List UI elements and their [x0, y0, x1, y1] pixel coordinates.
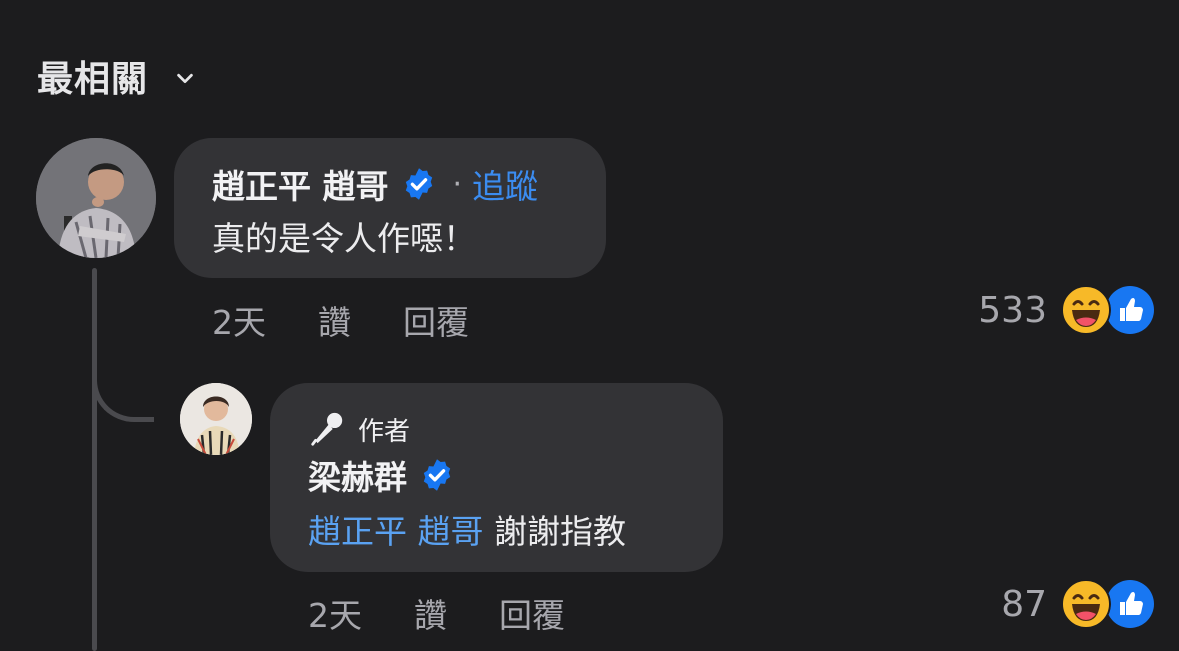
- like-reaction-icon: [1106, 286, 1154, 334]
- haha-emoji-icon: [1061, 285, 1111, 335]
- reply-author[interactable]: 梁赫群: [308, 451, 407, 499]
- follow-link[interactable]: 追蹤: [472, 160, 538, 208]
- chevron-down-icon: [177, 73, 193, 84]
- timestamp[interactable]: 2天: [308, 589, 362, 637]
- like-button[interactable]: 讚: [414, 589, 447, 637]
- reply-bubble: 作者 梁赫群 趙正平 趙哥 謝謝指教: [270, 383, 723, 572]
- comment-bubble: 趙正平 趙哥 · 追蹤 真的是令人作噁！: [174, 138, 606, 278]
- separator-dot: ·: [452, 166, 463, 202]
- reply-text: 謝謝指教: [483, 512, 626, 551]
- comment-actions: 2天 讚 回覆: [212, 296, 469, 344]
- thread-line: [92, 268, 97, 651]
- haha-emoji-icon: [1061, 579, 1111, 629]
- author-badge: 作者: [358, 416, 411, 447]
- reply-button[interactable]: 回覆: [499, 589, 565, 637]
- verified-badge-icon: [405, 168, 432, 200]
- comment-text: 真的是令人作噁！: [212, 219, 476, 258]
- avatar[interactable]: [180, 383, 252, 455]
- reaction-count: 533: [978, 289, 1047, 331]
- sort-label: 最相關: [37, 59, 149, 100]
- microphone-icon: [311, 412, 343, 446]
- verified-badge-icon: [423, 459, 451, 491]
- mention-link[interactable]: 趙正平 趙哥: [308, 512, 484, 551]
- reply-actions: 2天 讚 回覆: [308, 589, 565, 637]
- sort-dropdown[interactable]: 最相關: [37, 50, 196, 102]
- avatar-photo: [36, 138, 156, 258]
- like-button[interactable]: 讚: [318, 296, 351, 344]
- reply-text-line: 趙正平 趙哥 謝謝指教: [308, 505, 685, 553]
- comments-view: 最相關 趙正平 趙哥 · 追蹤 真的是令人作噁！ 2天 讚 回覆 533 作者 …: [0, 0, 1179, 651]
- reaction-count: 87: [1001, 583, 1047, 625]
- comment-author[interactable]: 趙正平 趙哥: [212, 160, 389, 208]
- reaction-summary[interactable]: 87: [1001, 579, 1155, 629]
- thread-curve: [92, 340, 154, 422]
- like-reaction-icon: [1106, 580, 1154, 628]
- reaction-summary[interactable]: 533: [978, 285, 1155, 335]
- avatar[interactable]: [36, 138, 156, 258]
- avatar-photo: [180, 383, 252, 455]
- timestamp[interactable]: 2天: [212, 296, 266, 344]
- reply-button[interactable]: 回覆: [403, 296, 469, 344]
